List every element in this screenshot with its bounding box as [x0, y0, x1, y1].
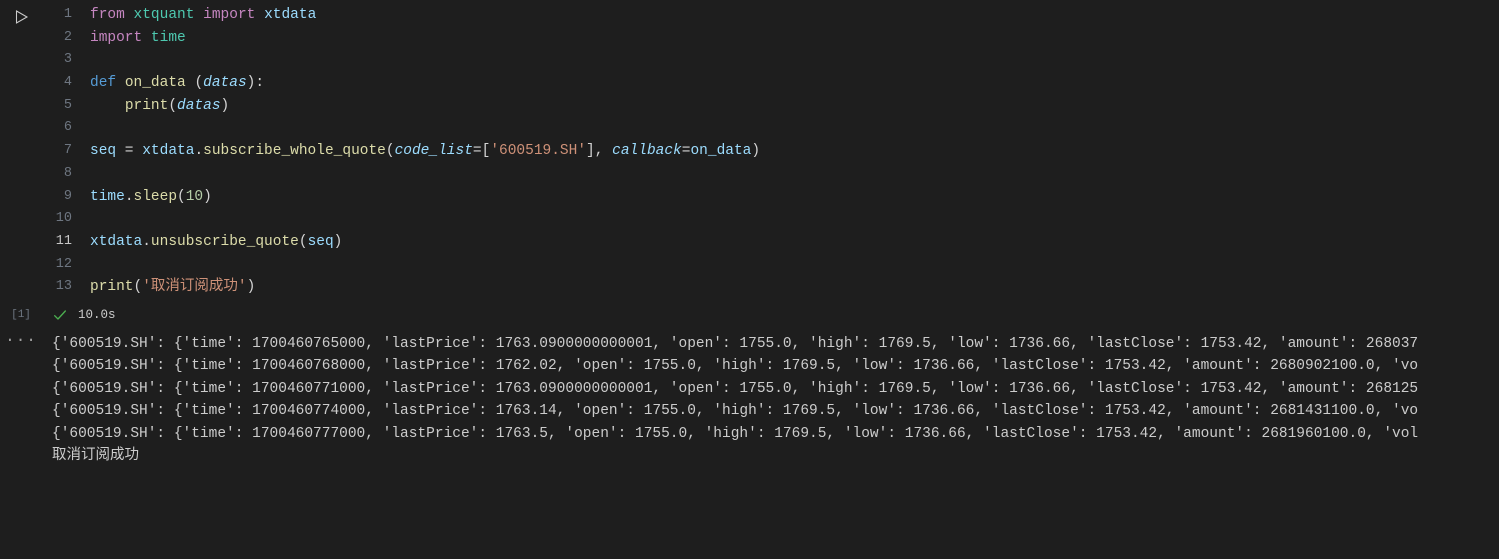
- line-number: 12: [42, 254, 90, 277]
- execution-count: [1]: [0, 309, 42, 321]
- output-line: {'600519.SH': {'time': 1700460768000, 'l…: [52, 355, 1495, 378]
- output-line: {'600519.SH': {'time': 1700460771000, 'l…: [52, 378, 1495, 401]
- code-line: 7 seq = xtdata.subscribe_whole_quote(cod…: [42, 140, 1499, 163]
- code-line: 5 print(datas): [42, 95, 1499, 118]
- cell-gutter: [0, 0, 42, 559]
- code-line: 8: [42, 163, 1499, 186]
- line-number: 9: [42, 186, 90, 209]
- output-line: 取消订阅成功: [52, 445, 1495, 468]
- success-check-icon: [52, 307, 68, 323]
- output-line: {'600519.SH': {'time': 1700460765000, 'l…: [52, 333, 1495, 356]
- code-line: 3: [42, 49, 1499, 72]
- output-scroll-area[interactable]: {'600519.SH': {'time': 1700460765000, 'l…: [42, 333, 1499, 474]
- ellipsis-icon: ···: [12, 335, 30, 345]
- code-editor[interactable]: 1 from xtquant import xtdata 2 import ti…: [42, 0, 1499, 301]
- code-line: 6: [42, 117, 1499, 140]
- output-options-button[interactable]: ···: [0, 333, 42, 345]
- line-number: 5: [42, 95, 90, 118]
- code-line: 2 import time: [42, 27, 1499, 50]
- output-line: {'600519.SH': {'time': 1700460777000, 'l…: [52, 423, 1495, 446]
- run-cell-button[interactable]: [12, 8, 30, 26]
- line-number: 2: [42, 27, 90, 50]
- line-number: 6: [42, 117, 90, 140]
- notebook-workspace: 1 from xtquant import xtdata 2 import ti…: [0, 0, 1499, 559]
- line-number: 4: [42, 72, 90, 95]
- code-line: 12: [42, 254, 1499, 277]
- code-line: 13 print('取消订阅成功'): [42, 276, 1499, 299]
- line-number: 13: [42, 276, 90, 299]
- cell-main: 1 from xtquant import xtdata 2 import ti…: [42, 0, 1499, 559]
- line-number: 7: [42, 140, 90, 163]
- code-line: 10: [42, 208, 1499, 231]
- line-number: 11: [42, 231, 90, 254]
- code-line: 9 time.sleep(10): [42, 186, 1499, 209]
- line-number: 1: [42, 4, 90, 27]
- cell-status-row: [1] 10.0s: [0, 303, 1499, 327]
- code-line: 11 xtdata.unsubscribe_quote(seq): [42, 231, 1499, 254]
- line-number: 3: [42, 49, 90, 72]
- cell-output: ··· {'600519.SH': {'time': 1700460765000…: [0, 331, 1499, 474]
- line-number: 8: [42, 163, 90, 186]
- code-line: 1 from xtquant import xtdata: [42, 4, 1499, 27]
- code-line: 4 def on_data (datas):: [42, 72, 1499, 95]
- line-number: 10: [42, 208, 90, 231]
- output-line: {'600519.SH': {'time': 1700460774000, 'l…: [52, 400, 1495, 423]
- execution-duration: 10.0s: [78, 308, 116, 322]
